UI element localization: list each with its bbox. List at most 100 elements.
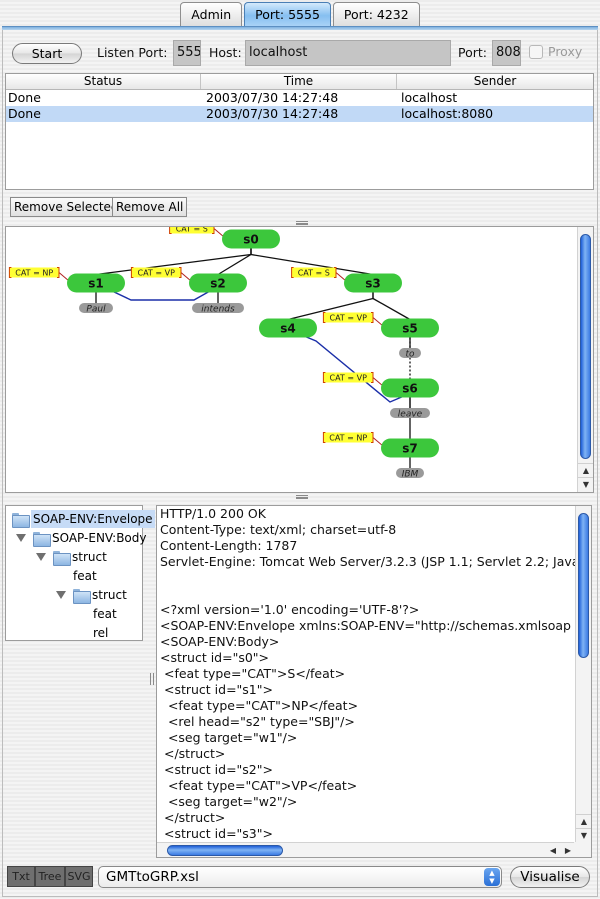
response-text-line: </struct> xyxy=(160,746,226,761)
feature-connector xyxy=(372,377,384,387)
text-scroll-thumb[interactable] xyxy=(578,513,589,658)
word-label: IBM xyxy=(402,470,419,480)
feature-connector xyxy=(58,272,70,282)
text-hscroll-thumb[interactable] xyxy=(167,845,283,856)
remove-all-button[interactable]: Remove All xyxy=(112,197,188,217)
start-button[interactable]: Start xyxy=(12,43,82,64)
response-text-line: <SOAP-ENV:Envelope xmlns:SOAP-ENV="http:… xyxy=(160,618,571,633)
scroll-left-arrow-icon[interactable]: ◀ xyxy=(550,843,556,857)
scroll-down-arrow-icon[interactable]: ▼ xyxy=(578,477,593,491)
column-header-status[interactable]: Status xyxy=(6,74,201,89)
visualise-button[interactable]: Visualise xyxy=(510,866,590,888)
feature-connector xyxy=(372,317,384,327)
text-vertical-scrollbar[interactable]: ▲ ▼ xyxy=(575,506,591,844)
disclosure-triangle-icon[interactable] xyxy=(16,534,26,542)
table-row[interactable]: Done 2003/07/30 14:27:48 localhost xyxy=(6,90,593,106)
graph-vertical-scrollbar[interactable]: ▲ ▼ xyxy=(577,227,593,492)
response-text-line: <feat type="CAT">S</feat> xyxy=(160,666,346,681)
text-horizontal-scrollbar[interactable]: ◀ ▶ xyxy=(157,842,576,857)
tree-item-struct[interactable]: struct xyxy=(36,548,107,566)
splitter-vertical[interactable] xyxy=(149,503,155,860)
response-text-line: HTTP/1.0 200 OK xyxy=(160,506,266,521)
folder-icon xyxy=(73,588,91,604)
tab-admin[interactable]: Admin xyxy=(180,2,243,26)
response-text-area[interactable]: HTTP/1.0 200 OK Content-Type: text/xml; c… xyxy=(156,505,592,858)
proxy-checkbox-group[interactable]: Proxy xyxy=(529,44,582,59)
word-label: leave xyxy=(398,410,423,420)
folder-icon xyxy=(53,550,71,566)
tree-item-struct[interactable]: struct xyxy=(56,586,127,604)
splitter-grip-icon xyxy=(150,673,154,685)
splitter-middle[interactable] xyxy=(4,494,596,500)
svg-view-button[interactable]: SVG xyxy=(65,866,93,887)
feature-connector xyxy=(213,228,225,238)
response-text-line: <rel head="s2" type="SBJ"/> xyxy=(160,714,355,729)
proxy-label: Proxy xyxy=(548,44,583,59)
scroll-up-arrow-icon[interactable]: ▲ xyxy=(576,814,591,828)
feature-label: CAT = S xyxy=(176,227,208,234)
tree-item-label: struct xyxy=(72,550,107,564)
listen-port-field[interactable]: 555 xyxy=(173,40,201,66)
feature-label: CAT = S xyxy=(298,269,330,278)
listen-port-label: Listen Port: xyxy=(97,45,168,60)
response-text: HTTP/1.0 200 OK Content-Type: text/xml; c… xyxy=(160,506,576,842)
port-field[interactable]: 808 xyxy=(492,40,521,66)
cell-time: 2003/07/30 14:27:48 xyxy=(206,90,339,105)
tree-item-feat[interactable]: feat xyxy=(93,605,117,623)
response-text-line: <feat type="CAT">VP</feat> xyxy=(160,778,358,793)
tab-bar: Admin Port: 5555 Port: 4232 xyxy=(0,2,600,27)
feature-label: CAT = VP xyxy=(329,314,367,323)
tree-item-envelope[interactable]: SOAP-ENV:Envelope xyxy=(12,510,155,528)
feature-connector xyxy=(180,272,192,282)
tab-port-5555[interactable]: Port: 5555 xyxy=(244,2,331,26)
tree-edge xyxy=(372,297,411,321)
dependency-graph: Paul intends to leave IBM CAT = S s0 CAT = NP s1… xyxy=(8,227,439,480)
tree-item-feat[interactable]: feat xyxy=(73,567,97,585)
stylesheet-select[interactable]: GMTtoGRP.xsl ▲ ▼ xyxy=(98,866,502,888)
cell-status: Done xyxy=(8,90,41,105)
response-text-line: <feat type="CAT">NP</feat> xyxy=(160,698,359,713)
feature-label: CAT = NP xyxy=(329,434,367,443)
splitter-grip-icon xyxy=(296,221,308,225)
proxy-checkbox[interactable] xyxy=(529,44,543,59)
response-text-line xyxy=(160,586,576,602)
graph-node-label: s6 xyxy=(402,382,418,396)
response-text-line: <struct id="s3"> xyxy=(160,826,273,841)
graph-node-label: s3 xyxy=(365,277,381,291)
scroll-corner xyxy=(574,842,591,857)
word-label: to xyxy=(405,350,415,360)
disclosure-triangle-icon[interactable] xyxy=(36,553,46,561)
graph-scroll-thumb[interactable] xyxy=(580,234,591,459)
select-arrows-icon: ▲ ▼ xyxy=(484,868,500,886)
disclosure-triangle-icon[interactable] xyxy=(56,591,66,599)
response-text-line: Content-Length: 1787 xyxy=(160,538,298,553)
remove-selected-button[interactable]: Remove Selected xyxy=(10,197,123,217)
cell-status: Done xyxy=(8,106,41,121)
scroll-right-arrow-icon[interactable]: ▶ xyxy=(565,843,571,857)
tree-item-rel[interactable]: rel xyxy=(93,624,108,642)
xml-tree: SOAP-ENV:Envelope SOAP-ENV:Body struct f… xyxy=(5,505,155,642)
table-row[interactable]: Done 2003/07/30 14:27:48 localhost:8080 xyxy=(6,106,593,122)
scroll-down-arrow-icon[interactable]: ▼ xyxy=(576,828,591,842)
tree-item-body[interactable]: SOAP-ENV:Body xyxy=(16,529,147,547)
graph-node-label: s2 xyxy=(210,277,226,291)
footer-toolbar: Txt Tree SVG GMTtoGRP.xsl ▲ ▼ Visualise xyxy=(0,866,600,892)
tree-item-label: feat xyxy=(93,607,117,621)
port-label: Port: xyxy=(458,45,487,60)
folder-icon xyxy=(33,531,51,547)
txt-view-button[interactable]: Txt xyxy=(7,866,35,887)
tree-item-label: feat xyxy=(73,569,97,583)
graph-node-label: s1 xyxy=(88,277,104,291)
tree-view-button[interactable]: Tree xyxy=(35,866,65,887)
feature-label: CAT = VP xyxy=(329,374,367,383)
tree-item-label: SOAP-ENV:Envelope xyxy=(31,510,155,528)
tree-item-label: struct xyxy=(92,588,127,602)
column-header-time[interactable]: Time xyxy=(201,74,397,89)
response-text-line: <SOAP-ENV:Body> xyxy=(160,634,280,649)
graph-node-label: s5 xyxy=(402,322,418,336)
column-header-sender[interactable]: Sender xyxy=(397,74,593,89)
host-field[interactable]: localhost xyxy=(245,40,451,66)
response-text-line: </struct> xyxy=(160,810,226,825)
scroll-up-arrow-icon[interactable]: ▲ xyxy=(578,463,593,477)
tab-port-4232[interactable]: Port: 4232 xyxy=(332,2,420,26)
